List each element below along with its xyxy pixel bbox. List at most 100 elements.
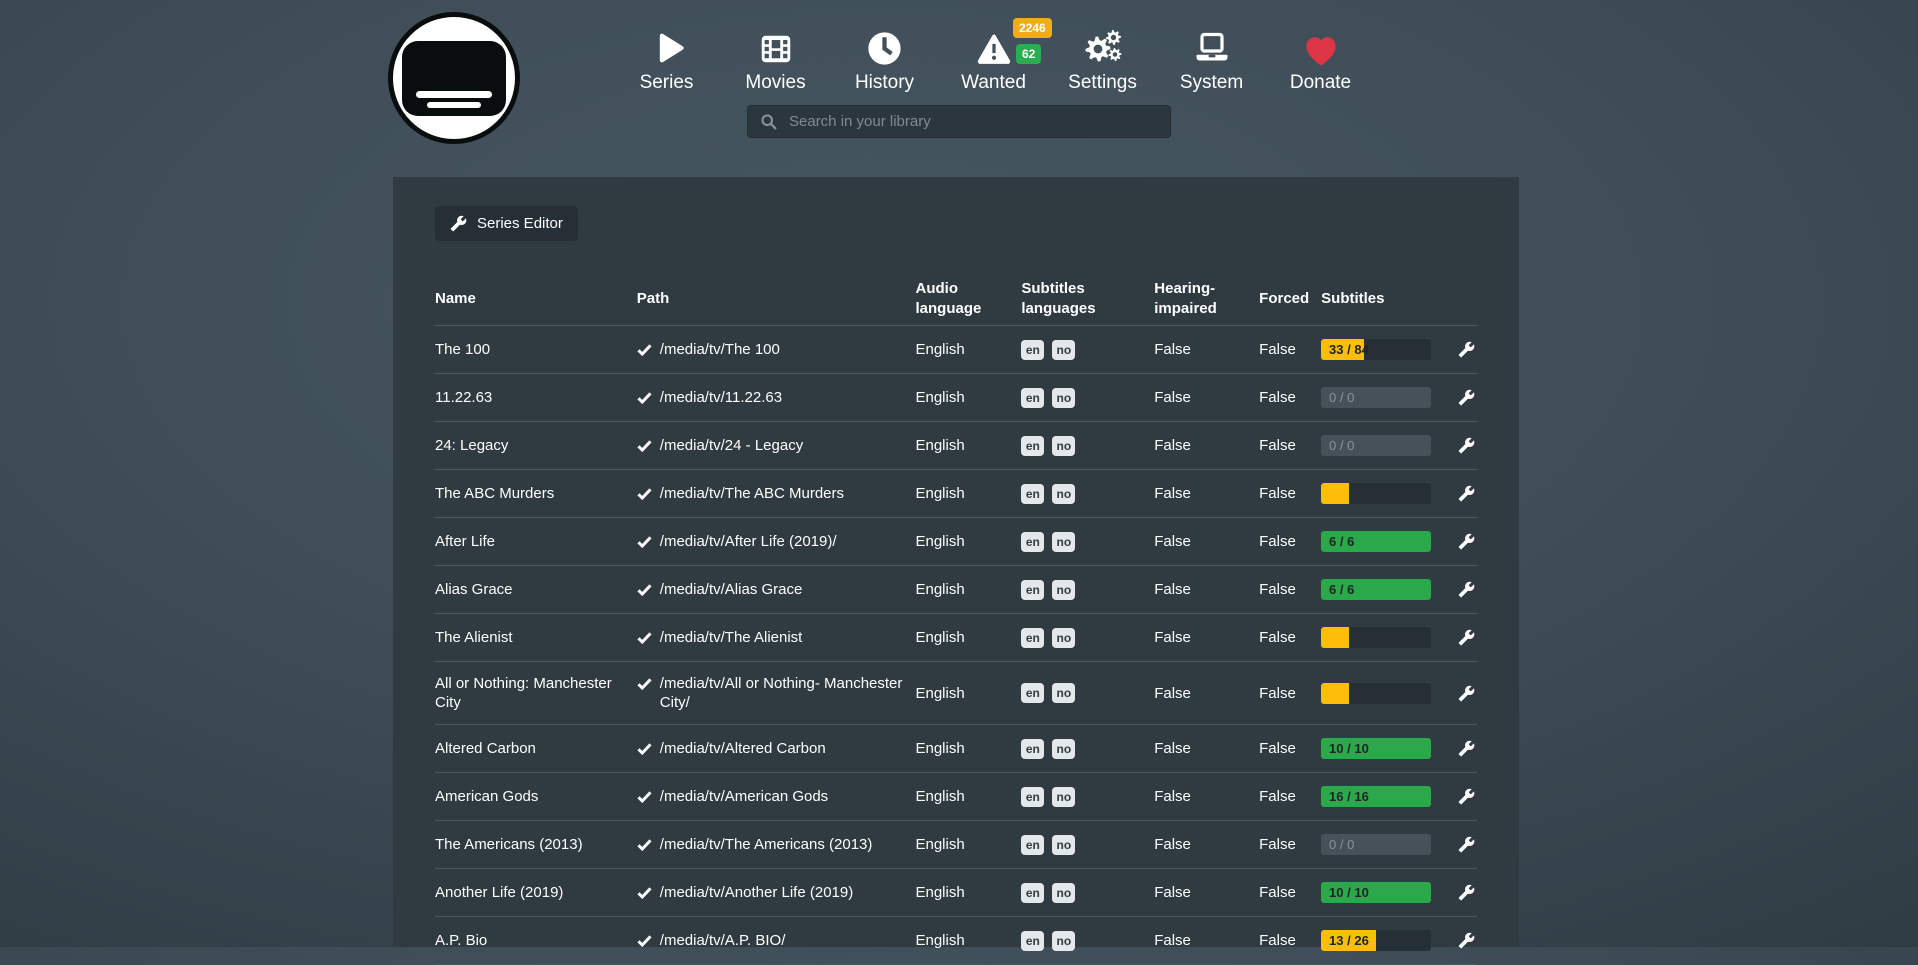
- edit-series-button[interactable]: [1458, 629, 1475, 646]
- series-table-body: The 100 /media/tv/The 100 English enno F…: [435, 326, 1477, 965]
- edit-series-button[interactable]: [1458, 836, 1475, 853]
- edit-series-button[interactable]: [1458, 341, 1475, 358]
- series-name-link[interactable]: 11.22.63: [435, 389, 492, 406]
- series-path: /media/tv/Altered Carbon: [660, 739, 826, 758]
- hearing-impaired-value: False: [1154, 436, 1259, 455]
- search-input[interactable]: [787, 112, 1158, 131]
- edit-series-button[interactable]: [1458, 932, 1475, 949]
- series-name-link[interactable]: After Life: [435, 533, 495, 550]
- language-badge: no: [1052, 683, 1075, 703]
- series-name-link[interactable]: All or Nothing: Manchester City: [435, 675, 612, 711]
- forced-value: False: [1259, 628, 1321, 647]
- series-name-link[interactable]: American Gods: [435, 788, 538, 805]
- series-path: /media/tv/All or Nothing- Manchester Cit…: [660, 674, 904, 712]
- header-path: Path: [637, 289, 916, 309]
- series-path: /media/tv/Another Life (2019): [660, 883, 853, 902]
- nav-item-donate[interactable]: Donate: [1266, 27, 1375, 94]
- subtitles-progress-bar: 6 / 6: [1321, 579, 1431, 600]
- language-badge: no: [1052, 931, 1075, 951]
- subtitle-languages: enno: [1021, 835, 1154, 855]
- series-name-link[interactable]: The ABC Murders: [435, 485, 554, 502]
- series-name-link[interactable]: Altered Carbon: [435, 740, 536, 757]
- table-row: Alias Grace /media/tv/Alias Grace Englis…: [435, 566, 1477, 614]
- nav-label: Donate: [1290, 72, 1351, 94]
- language-badge: en: [1021, 787, 1044, 807]
- nav-item-system[interactable]: System: [1157, 27, 1266, 94]
- nav-item-wanted[interactable]: Wanted224662: [939, 27, 1048, 94]
- hearing-impaired-value: False: [1154, 388, 1259, 407]
- language-badge: en: [1021, 436, 1044, 456]
- language-badge: en: [1021, 683, 1044, 703]
- check-icon: [637, 631, 652, 644]
- subtitles-progress-text: 0 / 0: [1329, 834, 1354, 855]
- edit-series-button[interactable]: [1458, 437, 1475, 454]
- series-path: /media/tv/American Gods: [660, 787, 828, 806]
- table-row: All or Nothing: Manchester City /media/t…: [435, 662, 1477, 725]
- nav-label: History: [855, 72, 914, 94]
- header-subtitles-langs: Subtitles languages: [1021, 279, 1154, 319]
- audio-language-value: English: [915, 340, 1021, 359]
- series-name-link[interactable]: A.P. Bio: [435, 932, 487, 949]
- series-name-link[interactable]: Alias Grace: [435, 581, 513, 598]
- series-name-link[interactable]: The 100: [435, 341, 490, 358]
- series-name-link[interactable]: The Americans (2013): [435, 836, 583, 853]
- edit-series-button[interactable]: [1458, 581, 1475, 598]
- series-path: /media/tv/The Alienist: [660, 628, 803, 647]
- language-badge: en: [1021, 628, 1044, 648]
- main-nav: SeriesMovies History Wanted224662 Settings S…: [612, 27, 1375, 94]
- hearing-impaired-value: False: [1154, 484, 1259, 503]
- nav-item-settings[interactable]: Settings: [1048, 27, 1157, 94]
- table-row: 11.22.63 /media/tv/11.22.63 English enno…: [435, 374, 1477, 422]
- series-play-icon: [649, 27, 685, 68]
- edit-series-button[interactable]: [1458, 389, 1475, 406]
- settings-gears-icon: [1083, 27, 1123, 68]
- edit-series-button[interactable]: [1458, 884, 1475, 901]
- header-subtitles: Subtitles: [1321, 289, 1431, 309]
- forced-value: False: [1259, 484, 1321, 503]
- subtitle-languages: enno: [1021, 931, 1154, 951]
- subtitles-progress-bar: 0 / 0: [1321, 435, 1431, 456]
- series-name-link[interactable]: The Alienist: [435, 629, 513, 646]
- nav-label: Settings: [1068, 72, 1137, 94]
- edit-series-button[interactable]: [1458, 740, 1475, 757]
- audio-language-value: English: [915, 580, 1021, 599]
- language-badge: no: [1052, 484, 1075, 504]
- nav-item-series[interactable]: Series: [612, 27, 721, 94]
- audio-language-value: English: [915, 684, 1021, 703]
- audio-language-value: English: [915, 835, 1021, 854]
- audio-language-value: English: [915, 883, 1021, 902]
- language-badge: en: [1021, 883, 1044, 903]
- language-badge: no: [1052, 340, 1075, 360]
- subtitles-progress-bar: [1321, 483, 1431, 504]
- edit-series-button[interactable]: [1458, 533, 1475, 550]
- wrench-icon: [450, 215, 467, 232]
- language-badge: en: [1021, 484, 1044, 504]
- subtitles-progress-text: 6 / 6: [1329, 531, 1354, 552]
- check-icon: [637, 343, 652, 356]
- hearing-impaired-value: False: [1154, 532, 1259, 551]
- subtitles-progress-bar: 16 / 16: [1321, 786, 1431, 807]
- series-name-link[interactable]: 24: Legacy: [435, 437, 508, 454]
- system-laptop-icon: [1192, 27, 1232, 68]
- subtitles-progress-bar: 13 / 26: [1321, 930, 1431, 951]
- forced-value: False: [1259, 388, 1321, 407]
- hearing-impaired-value: False: [1154, 835, 1259, 854]
- subtitles-progress-bar: [1321, 683, 1431, 704]
- forced-value: False: [1259, 883, 1321, 902]
- series-name-link[interactable]: Another Life (2019): [435, 884, 563, 901]
- edit-series-button[interactable]: [1458, 685, 1475, 702]
- bazarr-logo[interactable]: [388, 12, 520, 144]
- nav-item-history[interactable]: History: [830, 27, 939, 94]
- audio-language-value: English: [915, 931, 1021, 950]
- nav-item-movies[interactable]: Movies: [721, 27, 830, 94]
- edit-series-button[interactable]: [1458, 788, 1475, 805]
- forced-value: False: [1259, 580, 1321, 599]
- audio-language-value: English: [915, 787, 1021, 806]
- header-forced: Forced: [1259, 289, 1321, 309]
- hearing-impaired-value: False: [1154, 628, 1259, 647]
- series-editor-button[interactable]: Series Editor: [435, 206, 578, 241]
- language-badge: en: [1021, 739, 1044, 759]
- hearing-impaired-value: False: [1154, 931, 1259, 950]
- edit-series-button[interactable]: [1458, 485, 1475, 502]
- check-icon: [637, 439, 652, 452]
